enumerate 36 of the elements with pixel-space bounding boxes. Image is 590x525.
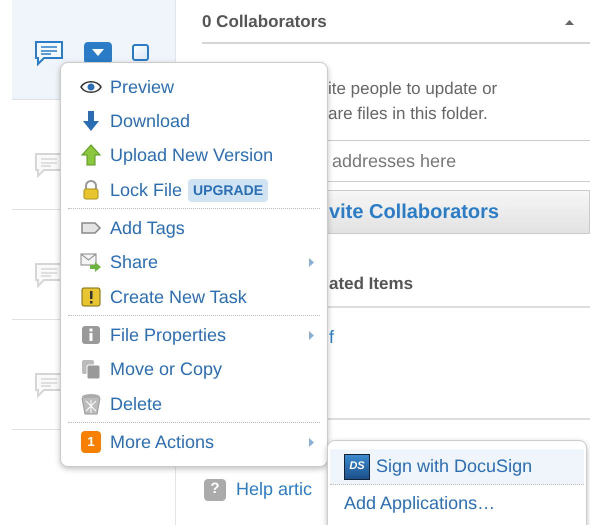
email-field[interactable]: addresses here [332,148,590,174]
down-arrow-icon [80,110,102,132]
help-link[interactable]: Help artic [236,476,312,503]
upgrade-badge[interactable]: UPGRADE [188,178,268,202]
menu-item[interactable]: File Properties [68,318,320,352]
menu-item[interactable]: Upload New Version [68,138,320,172]
submenu-item[interactable]: DS Sign with DocuSign [330,449,584,485]
collaborators-header: 0 Collaborators [202,11,327,34]
related-item-link[interactable]: f [329,327,334,347]
menu-item[interactable]: 1 More Actions [68,425,320,459]
menu-item[interactable]: Create New Task [68,279,320,316]
up-arrow-icon [80,144,102,166]
collapse-caret-icon[interactable] [565,20,574,24]
menu-item[interactable]: Move or Copy [68,352,320,386]
submenu-arrow-icon [309,438,314,446]
menu-item[interactable]: Download [68,104,320,138]
checkbox[interactable] [132,44,149,61]
mail-share-icon [80,251,102,273]
menu-item[interactable]: Share [68,245,320,279]
task-icon [80,286,102,308]
help-icon: ? [204,478,226,500]
dropdown-button[interactable] [84,42,112,64]
menu-item[interactable]: Preview [68,70,320,104]
submenu-arrow-icon [309,258,314,266]
menu-item[interactable]: Delete [68,386,320,423]
count-badge: 1 [81,431,101,453]
menu-item[interactable]: Lock File UPGRADE [68,172,320,209]
caret-icon [92,49,104,56]
docusign-logo-icon: DS [344,454,370,480]
invite-description: ite people to update or are files in this folder. [328,78,498,125]
copy-icon [80,358,102,380]
related-items-header: ated Items [329,272,414,294]
submenu-arrow-icon [309,330,314,340]
info-icon [80,324,102,346]
trash-icon [80,393,102,415]
comment-icon[interactable] [34,40,64,66]
